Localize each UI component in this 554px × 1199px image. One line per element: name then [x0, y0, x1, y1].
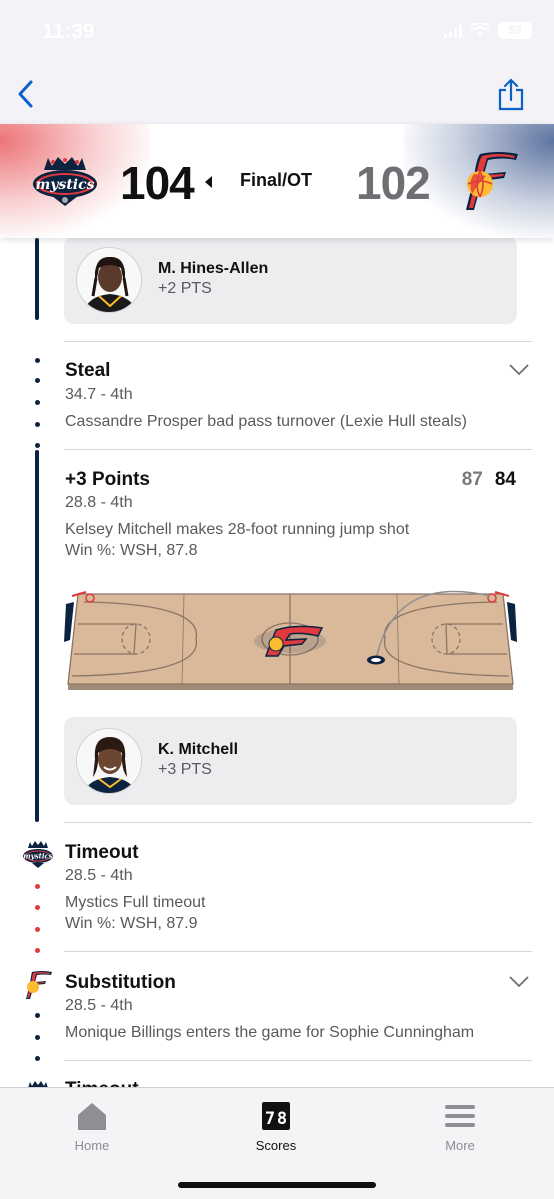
win-probability: Win %: WSH, 87.9 — [65, 915, 198, 932]
scores-icon: 7 8 — [262, 1102, 290, 1130]
chevron-down-icon[interactable] — [508, 975, 530, 989]
play-clock: 28.5 - 4th — [65, 867, 133, 884]
play-clock: 28.8 - 4th — [65, 494, 133, 511]
svg-text:mystics: mystics — [35, 177, 94, 193]
divider — [64, 1060, 532, 1061]
running-score-away: 84 — [494, 469, 516, 490]
battery-indicator: 93 — [498, 22, 532, 39]
svg-text:8: 8 — [277, 1109, 287, 1129]
chevron-down-icon[interactable] — [508, 363, 530, 377]
chevron-left-icon — [18, 80, 33, 108]
tab-label: More — [445, 1138, 475, 1153]
timeline-bar — [35, 238, 39, 320]
home-indicator[interactable] — [178, 1182, 376, 1188]
timeline-dot — [35, 905, 40, 910]
tab-more[interactable]: More — [405, 1100, 515, 1153]
timeline-dot — [35, 1035, 40, 1040]
score-header: mystics 104 Final/OT 102 — [0, 124, 554, 238]
play-by-play-feed[interactable]: M. Hines-Allen +2 PTS Steal 34.7 - 4th C… — [0, 238, 554, 1087]
wifi-icon — [470, 23, 490, 37]
player-points: +3 PTS — [158, 761, 212, 778]
play-title: Timeout — [65, 1079, 139, 1087]
status-icons: 93 — [444, 22, 532, 39]
back-button[interactable] — [12, 76, 42, 112]
status-bar: 11:39 93 — [0, 0, 554, 66]
divider — [64, 822, 532, 823]
running-score: 87 84 — [462, 469, 516, 491]
win-probability: Win %: WSH, 87.8 — [65, 542, 198, 559]
mystics-logo-icon: mystics — [23, 841, 53, 868]
running-score-home: 87 — [461, 469, 483, 490]
winner-indicator-icon — [205, 176, 212, 188]
divider — [64, 449, 532, 450]
mystics-logo-icon — [28, 1081, 48, 1087]
share-button[interactable] — [496, 76, 526, 112]
tab-home[interactable]: Home — [37, 1100, 147, 1153]
play-description: Mystics Full timeout — [65, 894, 206, 911]
play-description: Monique Billings enters the game for Sop… — [65, 1024, 475, 1041]
tab-label: Home — [74, 1138, 110, 1153]
timeline-dot — [35, 422, 40, 427]
home-score: 104 — [120, 157, 195, 209]
timeline-dot — [35, 927, 40, 932]
timeline-bar — [35, 450, 39, 822]
play-description: Cassandre Prosper bad pass turnover (Lex… — [65, 413, 467, 430]
share-icon — [498, 78, 524, 111]
nav-bar — [0, 66, 554, 124]
play-title: Steal — [65, 360, 111, 381]
timeline-dot — [35, 1013, 40, 1018]
player-avatar — [76, 247, 142, 313]
away-team-logo[interactable] — [458, 148, 524, 214]
player-card[interactable]: M. Hines-Allen +2 PTS — [64, 238, 517, 324]
home-icon — [78, 1103, 106, 1130]
timeline-dot — [35, 884, 40, 889]
player-name: M. Hines-Allen — [158, 260, 269, 277]
player-avatar — [76, 728, 142, 794]
timeline-dot — [35, 948, 40, 953]
svg-text:7: 7 — [265, 1109, 275, 1129]
fever-logo-icon — [26, 971, 52, 999]
player-name: K. Mitchell — [158, 741, 239, 758]
away-score: 102 — [356, 157, 431, 209]
play-description: Kelsey Mitchell makes 28-foot running ju… — [65, 521, 410, 538]
menu-icon — [445, 1105, 475, 1127]
play-title: Substitution — [65, 972, 176, 993]
timeline-dot — [35, 358, 40, 363]
play-title: Timeout — [65, 842, 139, 863]
play-clock: 28.5 - 4th — [65, 997, 133, 1014]
player-points: +2 PTS — [158, 280, 212, 297]
cellular-signal-icon — [444, 24, 462, 38]
svg-text:mystics: mystics — [23, 852, 53, 861]
tab-label: Scores — [255, 1138, 297, 1153]
game-status: Final/OT — [240, 170, 312, 190]
divider — [64, 341, 532, 342]
status-time: 11:39 — [42, 20, 95, 43]
home-team-logo[interactable]: mystics — [30, 152, 100, 208]
timeline-dot — [35, 443, 40, 448]
timeline-dot — [35, 378, 40, 383]
player-card[interactable]: K. Mitchell +3 PTS — [64, 717, 517, 805]
tab-scores[interactable]: 7 8 Scores — [221, 1100, 331, 1153]
play-title: +3 Points — [65, 469, 150, 490]
timeline-dot — [35, 400, 40, 405]
timeline-dot — [35, 1056, 40, 1061]
divider — [64, 951, 532, 952]
shot-chart-court[interactable] — [64, 584, 517, 700]
play-clock: 34.7 - 4th — [65, 386, 133, 403]
